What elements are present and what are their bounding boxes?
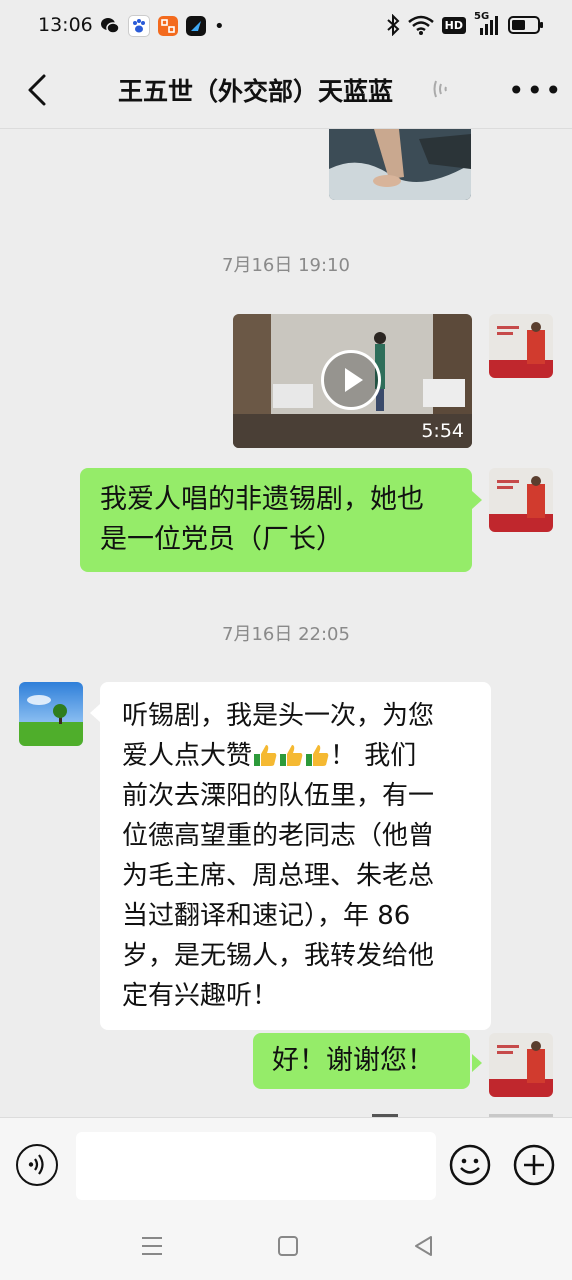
image-content <box>329 129 471 200</box>
message-line: 前次去溧阳的队伍里，有一 <box>122 781 435 811</box>
image-message[interactable] <box>329 129 471 200</box>
avatar[interactable] <box>489 468 553 532</box>
message-line-with-emoji: 爱人点大赞！ 我们 <box>122 741 417 771</box>
message-bubble-sent[interactable]: 我爱人唱的非遗锡剧，她也 是一位党员（厂长） <box>80 468 472 572</box>
status-right-icons: HD 5G <box>386 11 544 36</box>
bubble-tail <box>472 1054 482 1072</box>
avatar-image <box>489 1033 553 1097</box>
menu-icon[interactable] <box>140 1235 164 1257</box>
thumbs-up-icon <box>280 745 303 766</box>
thumbs-up-icon <box>306 745 329 766</box>
signal-5g-icon: 5G <box>474 11 500 36</box>
thumbs-up-icon <box>254 745 277 766</box>
timestamp: 7月16日 22:05 <box>222 624 350 645</box>
message-line: 定有兴趣听！ <box>122 981 279 1011</box>
chat-header: 王五世（外交部）天蓝蓝 ••• <box>0 52 572 129</box>
voice-muted-icon <box>433 80 447 98</box>
avatar[interactable] <box>19 682 83 746</box>
input-bar <box>0 1117 572 1218</box>
status-app-icons: • <box>100 15 225 37</box>
message-line: 位德高望重的老同志（他曾 <box>122 821 435 851</box>
voice-input-button[interactable] <box>16 1144 58 1186</box>
message-line: 好！谢谢您！ <box>272 1045 434 1076</box>
status-time: 13:06 <box>38 14 93 36</box>
baidu-icon <box>128 15 150 37</box>
message-line: 是一位党员（厂长） <box>100 524 343 555</box>
message-line: 为毛主席、周总理、朱老总 <box>122 861 435 891</box>
plus-button-icon[interactable] <box>513 1144 555 1186</box>
video-message[interactable]: 5:54 <box>233 314 472 448</box>
more-options-button[interactable]: ••• <box>508 74 564 107</box>
avatar-image <box>19 682 83 746</box>
chat-title: 王五世（外交部）天蓝蓝 <box>118 77 394 106</box>
orange-app-icon <box>158 16 178 36</box>
message-line: 听锡剧，我是头一次，为您 <box>122 701 435 731</box>
chat-messages[interactable]: 7月16日 19:10 5:54 我爱人唱的非遗锡剧，她也 是一位党员（厂长） <box>0 129 572 1117</box>
play-icon <box>345 368 363 392</box>
voice-icon <box>28 1154 44 1175</box>
bubble-tail <box>472 491 482 509</box>
back-icon[interactable] <box>413 1235 435 1257</box>
dark-app-icon <box>186 16 206 36</box>
message-input[interactable] <box>76 1132 436 1200</box>
avatar[interactable] <box>489 314 553 378</box>
bluetooth-icon <box>386 14 400 36</box>
message-bubble-received[interactable]: 听锡剧，我是头一次，为您 爱人点大赞！ 我们 前次去溧阳的队伍里，有一 位德高望… <box>100 682 491 1030</box>
avatar[interactable] <box>489 1033 553 1097</box>
system-nav-bar <box>0 1217 572 1280</box>
bubble-tail <box>90 704 100 722</box>
video-duration: 5:54 <box>421 420 464 442</box>
hd-icon: HD <box>441 16 466 34</box>
status-bar: 13:06 • HD 5G <box>0 0 572 52</box>
battery-icon <box>508 16 543 34</box>
message-line: 岁，是无锡人，我转发给他 <box>122 941 435 971</box>
emoji-button-icon[interactable] <box>449 1144 491 1186</box>
wechat-icon <box>100 16 120 36</box>
play-button[interactable] <box>321 350 381 410</box>
avatar-image <box>489 314 553 378</box>
avatar-image <box>489 468 553 532</box>
timestamp: 7月16日 19:10 <box>222 255 350 276</box>
message-line: 当过翻译和速记），年 86 <box>122 901 411 931</box>
message-bubble-sent[interactable]: 好！谢谢您！ <box>253 1033 470 1089</box>
home-icon[interactable] <box>277 1235 299 1257</box>
wifi-icon <box>407 15 434 35</box>
message-line: 我爱人唱的非遗锡剧，她也 <box>100 484 424 515</box>
back-arrow-icon[interactable] <box>24 72 54 108</box>
status-dot: • <box>214 15 225 37</box>
